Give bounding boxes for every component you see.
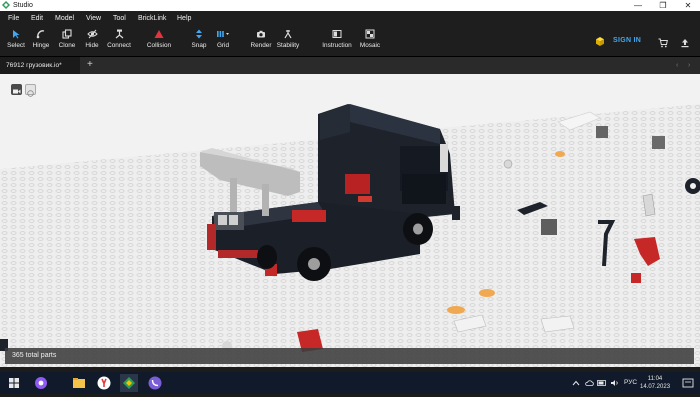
clock-time: 11:04 xyxy=(647,376,663,382)
menu-bricklink[interactable]: BrickLink xyxy=(138,11,166,26)
windows-logo-icon xyxy=(9,378,19,388)
hinge-icon xyxy=(36,30,45,39)
alice-assistant-button[interactable] xyxy=(32,374,50,392)
notification-icon xyxy=(682,378,694,388)
grid-tool-button[interactable]: Grid xyxy=(213,29,233,55)
collision-label: Collision xyxy=(146,42,172,49)
folder-icon xyxy=(73,378,85,388)
title-bar: Studio — ❐ ✕ xyxy=(0,0,700,11)
connect-tool-button[interactable]: Connect xyxy=(106,29,132,55)
camera-icon xyxy=(257,31,265,38)
alice-assistant-icon xyxy=(35,377,47,389)
menu-model[interactable]: Model xyxy=(55,11,74,26)
collision-tool-button[interactable]: Collision xyxy=(146,29,172,55)
tab-scroll-left-icon[interactable]: ‹ xyxy=(676,57,684,74)
baseplate-scene xyxy=(0,74,700,367)
snap-label: Snap xyxy=(191,42,207,49)
windows-start-button[interactable] xyxy=(5,374,23,392)
perspective-icon xyxy=(27,90,34,97)
upload-button[interactable] xyxy=(677,34,693,50)
yandex-browser-icon xyxy=(97,376,111,390)
viber-icon xyxy=(148,376,162,390)
add-tab-button[interactable]: + xyxy=(87,57,97,74)
select-tool-button[interactable]: Select xyxy=(6,29,26,55)
mosaic-label: Mosaic xyxy=(359,42,381,49)
instruction-label: Instruction xyxy=(322,42,352,49)
menu-help[interactable]: Help xyxy=(177,11,191,26)
mosaic-icon xyxy=(365,29,375,39)
instruction-icon xyxy=(332,30,342,39)
battery-icon[interactable] xyxy=(597,379,607,387)
hide-tool-button[interactable]: Hide xyxy=(82,29,102,55)
snap-tool-button[interactable]: Snap xyxy=(190,29,208,55)
file-explorer-button[interactable] xyxy=(70,374,88,392)
hinge-tool-button[interactable]: Hinge xyxy=(30,29,52,55)
minimize-button[interactable]: — xyxy=(628,0,648,11)
close-button[interactable]: ✕ xyxy=(678,0,698,11)
camera-view-button[interactable] xyxy=(11,84,22,95)
cloud-icon[interactable] xyxy=(585,379,594,387)
volume-icon[interactable] xyxy=(610,379,619,387)
menu-tool[interactable]: Tool xyxy=(113,11,126,26)
studio-logo-icon xyxy=(2,1,10,9)
instruction-tool-button[interactable]: Instruction xyxy=(321,29,353,55)
input-language-indicator[interactable]: РУС xyxy=(624,372,637,394)
cart-icon xyxy=(658,38,668,48)
clone-label: Clone xyxy=(58,42,76,49)
upload-icon xyxy=(681,38,689,47)
hide-label: Hide xyxy=(85,42,99,49)
cursor-icon xyxy=(13,30,20,39)
maximize-button[interactable]: ❐ xyxy=(653,0,673,11)
cube-icon xyxy=(596,37,604,46)
video-camera-icon xyxy=(13,89,21,94)
studio-app-icon xyxy=(123,377,135,389)
sign-in-label: SIGN IN xyxy=(613,37,642,44)
notifications-button[interactable] xyxy=(679,374,697,392)
clone-tool-button[interactable]: Clone xyxy=(56,29,78,55)
hinge-label: Hinge xyxy=(32,42,50,49)
tab-model-file[interactable]: 76912 грузовик.io* xyxy=(0,57,80,74)
tab-scroll-right-icon[interactable]: › xyxy=(688,57,696,74)
mosaic-tool-button[interactable]: Mosaic xyxy=(357,29,383,55)
collision-icon xyxy=(154,30,164,39)
perspective-toggle-button[interactable] xyxy=(25,84,36,97)
yandex-browser-button[interactable] xyxy=(95,374,113,392)
render-label: Render xyxy=(250,42,272,49)
grid-label: Grid xyxy=(216,42,230,49)
stability-label: Stability xyxy=(276,42,300,49)
window-title: Studio xyxy=(13,2,33,9)
stability-icon xyxy=(284,30,292,39)
connect-label: Connect xyxy=(107,42,131,49)
viber-button[interactable] xyxy=(146,374,164,392)
snap-icon xyxy=(196,29,202,39)
menu-file[interactable]: File xyxy=(8,11,19,26)
menu-edit[interactable]: Edit xyxy=(31,11,43,26)
tab-bar: 76912 грузовик.io* + ‹ › xyxy=(0,57,700,74)
clone-icon xyxy=(62,29,72,39)
stability-tool-button[interactable]: Stability xyxy=(275,29,301,55)
taskbar-clock[interactable]: 11:04 14.07.2023 xyxy=(640,375,670,391)
clock-date: 14.07.2023 xyxy=(640,384,671,390)
cart-button[interactable] xyxy=(655,34,671,50)
3d-viewport[interactable] xyxy=(0,74,700,367)
toolbar: Select Hinge Clone Hide Connect Collisio… xyxy=(0,26,700,57)
render-tool-button[interactable]: Render xyxy=(250,29,272,55)
connect-icon xyxy=(115,29,123,39)
studio-taskbar-button[interactable] xyxy=(120,374,138,392)
menu-view[interactable]: View xyxy=(86,11,101,26)
parts-status-bar: 365 total parts xyxy=(5,348,694,364)
eye-slash-icon xyxy=(86,29,98,39)
os-taskbar: РУС 11:04 14.07.2023 xyxy=(0,372,700,394)
grid-icon xyxy=(217,31,229,38)
menu-bar: File Edit Model View Tool BrickLink Help xyxy=(0,11,700,26)
chevron-up-icon[interactable] xyxy=(572,379,580,387)
select-label: Select xyxy=(7,42,25,49)
